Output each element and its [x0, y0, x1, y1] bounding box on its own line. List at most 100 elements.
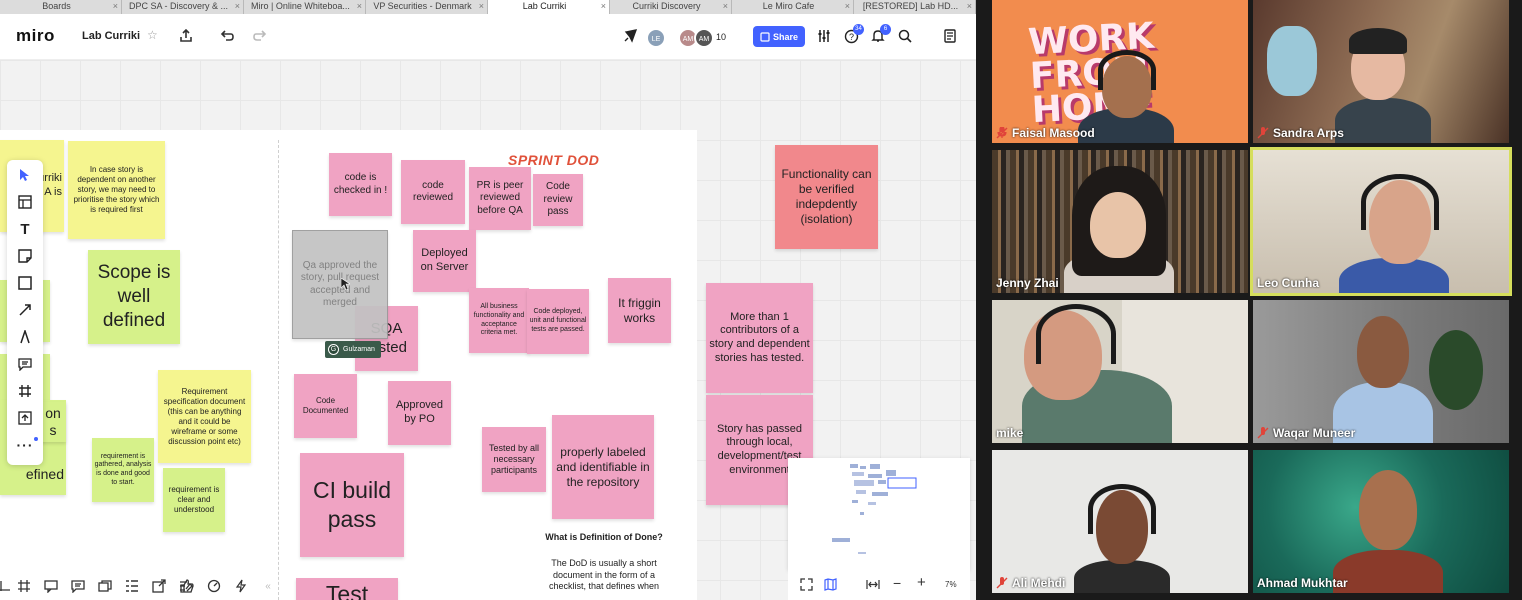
- chat-icon[interactable]: [42, 577, 60, 595]
- fit-width-icon[interactable]: [866, 578, 880, 596]
- sticky-note[interactable]: Code deployed, unit and functional tests…: [527, 289, 589, 354]
- sticky-note[interactable]: Functionality can be verified indepdentl…: [775, 145, 878, 249]
- sticky-note[interactable]: Tested by all necessary participants: [482, 427, 546, 492]
- close-icon[interactable]: ×: [601, 0, 606, 13]
- close-icon[interactable]: ×: [967, 0, 972, 13]
- timer-icon[interactable]: [205, 577, 223, 595]
- frame-tool-icon[interactable]: [15, 381, 35, 401]
- star-icon[interactable]: ☆: [147, 28, 158, 42]
- share-screen-icon[interactable]: [150, 577, 168, 595]
- browser-tab-active[interactable]: Lab Curriki ×: [488, 0, 610, 14]
- notes-panel-icon[interactable]: [940, 26, 960, 46]
- participant-name-text: Ali Mehdi: [1012, 576, 1066, 590]
- sticky-note[interactable]: requirement is gathered, analysis is don…: [92, 438, 154, 502]
- close-icon[interactable]: ×: [723, 0, 728, 13]
- tab-label: Curriki Discovery: [632, 1, 701, 11]
- browser-tab[interactable]: VP Securities - Denmark ×: [366, 0, 488, 14]
- sticky-note[interactable]: More than 1 contributors of a story and …: [706, 283, 813, 393]
- muted-mic-icon: [996, 577, 1008, 589]
- cards-icon[interactable]: [96, 577, 114, 595]
- browser-tab[interactable]: DPC SA - Discovery & ... ×: [122, 0, 244, 14]
- zoom-level[interactable]: 7%: [945, 580, 957, 589]
- sticky-note[interactable]: Requirement specification document (this…: [158, 370, 251, 463]
- sticky-note[interactable]: In case story is dependent on another st…: [68, 141, 165, 239]
- lightning-icon[interactable]: [232, 577, 250, 595]
- participant-video-tile[interactable]: Ahmad Mukhtar: [1253, 450, 1509, 593]
- participant-video-tile-active[interactable]: Leo Cunha: [1250, 147, 1512, 296]
- sticky-text: requirement is gathered, analysis is don…: [94, 452, 152, 486]
- board-title[interactable]: Lab Curriki: [82, 30, 140, 42]
- browser-tab[interactable]: Curriki Discovery ×: [610, 0, 732, 14]
- collapse-icon[interactable]: «: [259, 577, 277, 595]
- select-tool-icon[interactable]: [15, 165, 35, 185]
- miro-logo[interactable]: miro: [16, 26, 55, 46]
- sticky-note[interactable]: code is checked in !: [329, 153, 392, 216]
- export-icon[interactable]: [176, 26, 196, 46]
- close-icon[interactable]: ×: [235, 0, 240, 13]
- settings-sliders-icon[interactable]: [814, 26, 834, 46]
- frames-icon[interactable]: [15, 577, 33, 595]
- pen-tool-icon[interactable]: [15, 327, 35, 347]
- sticky-note[interactable]: Deployed on Server: [413, 230, 476, 292]
- minimap[interactable]: [788, 458, 970, 570]
- dod-heading: What is Definition of Done?: [545, 532, 663, 542]
- shape-tool-icon[interactable]: [15, 273, 35, 293]
- sticky-text: In case story is dependent on another st…: [73, 165, 160, 214]
- sticky-note[interactable]: Approved by PO: [388, 381, 451, 445]
- sticky-note-selected[interactable]: Qa approved the story, pull request acce…: [292, 230, 388, 339]
- close-icon[interactable]: ×: [113, 0, 118, 13]
- share-button[interactable]: Share: [753, 26, 805, 47]
- close-icon[interactable]: ×: [845, 0, 850, 13]
- sticky-note[interactable]: Test: [296, 578, 398, 600]
- collaborator-count[interactable]: 10: [716, 32, 726, 42]
- sticky-note[interactable]: Scope is well defined: [88, 250, 180, 344]
- fullscreen-icon[interactable]: [800, 578, 813, 596]
- cursor-follow-icon[interactable]: [621, 26, 641, 46]
- participant-hair: [1349, 28, 1407, 54]
- close-icon[interactable]: ×: [479, 0, 484, 13]
- comment-icon[interactable]: [15, 354, 35, 374]
- sticky-note[interactable]: Code Documented: [294, 374, 357, 438]
- participant-video-tile[interactable]: WORK FROM HOME Faisal Masood: [992, 0, 1248, 143]
- sticky-note[interactable]: requirement is clear and understood: [163, 468, 225, 532]
- arrow-tool-icon[interactable]: [15, 300, 35, 320]
- sticky-note[interactable]: properly labeled and identifiable in the…: [552, 415, 654, 519]
- text-tool-icon[interactable]: T: [15, 219, 35, 239]
- map-icon[interactable]: [824, 578, 837, 596]
- participant-video-tile[interactable]: mike: [992, 300, 1248, 443]
- board-canvas[interactable]: reat Curriki eo in A is In case story is…: [0, 60, 976, 600]
- close-icon[interactable]: ×: [357, 0, 362, 13]
- sticky-note[interactable]: It friggin works: [608, 278, 671, 343]
- sticky-note[interactable]: Code review pass: [533, 174, 583, 226]
- sticky-note[interactable]: PR is peer reviewed before QA: [469, 167, 531, 230]
- browser-tab[interactable]: [RESTORED] Lab HD... ×: [854, 0, 976, 14]
- participant-video-tile[interactable]: Ali Mehdi: [992, 450, 1248, 593]
- sticky-note[interactable]: on s: [40, 402, 66, 442]
- list-icon[interactable]: [123, 577, 141, 595]
- more-tools-icon[interactable]: ···: [15, 435, 35, 455]
- undo-icon[interactable]: [217, 26, 237, 46]
- browser-tab[interactable]: Miro | Online Whiteboa... ×: [244, 0, 366, 14]
- sticky-note[interactable]: code reviewed: [401, 160, 465, 224]
- grid-icon[interactable]: [0, 577, 14, 595]
- zoom-in-icon[interactable]: +: [917, 574, 926, 591]
- zoom-out-icon[interactable]: −: [893, 575, 901, 591]
- avatar[interactable]: AM: [694, 28, 714, 48]
- participant-video-tile[interactable]: Sandra Arps: [1253, 0, 1509, 143]
- browser-tab[interactable]: Boards ×: [0, 0, 122, 14]
- comments-icon[interactable]: [69, 577, 87, 595]
- templates-icon[interactable]: [15, 192, 35, 212]
- sticky-note[interactable]: CI build pass: [300, 453, 404, 557]
- participant-video-tile[interactable]: Waqar Muneer: [1253, 300, 1509, 443]
- sticky-note[interactable]: All business functionality and acceptanc…: [469, 288, 529, 353]
- search-icon[interactable]: [895, 26, 915, 46]
- upload-icon[interactable]: [15, 408, 35, 428]
- sticky-note-icon[interactable]: [15, 246, 35, 266]
- headset: [1088, 484, 1156, 534]
- browser-tab[interactable]: Le Miro Cafe ×: [732, 0, 854, 14]
- participant-body: [1074, 560, 1170, 593]
- redo-icon[interactable]: [250, 26, 270, 46]
- thumbs-up-icon[interactable]: [178, 577, 196, 595]
- avatar[interactable]: LE: [646, 28, 666, 48]
- participant-video-tile[interactable]: Jenny Zhai: [992, 150, 1248, 293]
